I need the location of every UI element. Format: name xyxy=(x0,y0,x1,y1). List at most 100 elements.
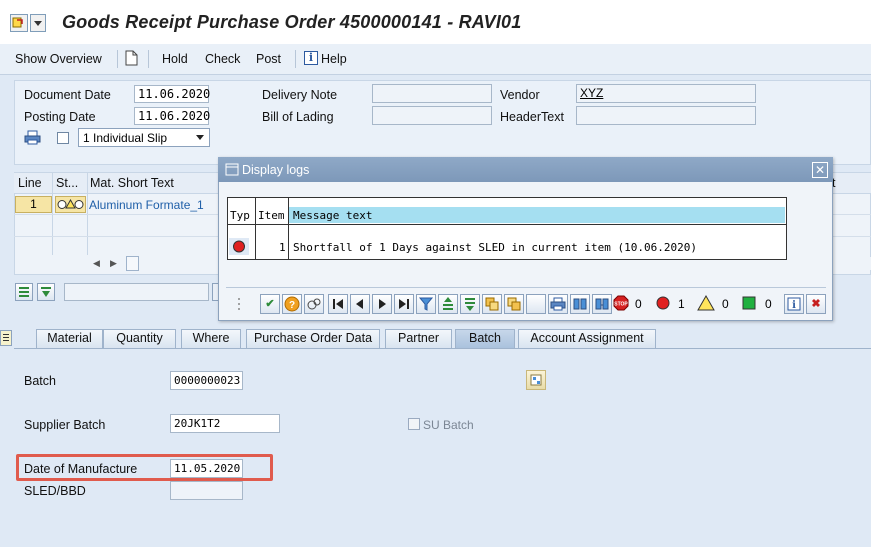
log-row-divider xyxy=(228,224,786,225)
hold-button[interactable]: Hold xyxy=(162,52,188,66)
collapse-icon[interactable] xyxy=(504,294,524,314)
show-overview-button[interactable]: Show Overview xyxy=(15,52,102,66)
column-header-status[interactable]: St... xyxy=(56,174,78,192)
row-line-number[interactable]: 1 xyxy=(15,196,52,213)
dialog-title: Display logs xyxy=(242,163,310,177)
dialog-divider xyxy=(226,287,826,288)
sled-bbd-field[interactable] xyxy=(170,481,243,500)
header-text-field[interactable] xyxy=(576,106,756,125)
batch-field[interactable]: 0000000023 xyxy=(170,371,243,390)
information-icon[interactable]: i xyxy=(784,294,804,314)
document-date-label: Document Date xyxy=(24,88,111,102)
dialog-title-bar xyxy=(218,157,833,182)
slip-dropdown-value: 1 Individual Slip xyxy=(83,131,168,145)
bill-of-lading-field[interactable] xyxy=(372,106,492,125)
posting-date-label: Posting Date xyxy=(24,110,96,124)
post-button[interactable]: Post xyxy=(256,52,281,66)
horizontal-scrollbar-thumb[interactable] xyxy=(126,256,139,271)
svg-text:?: ? xyxy=(289,300,295,311)
help-button[interactable]: Help xyxy=(321,52,347,66)
table-search-field[interactable] xyxy=(64,283,209,301)
log-column-typ[interactable]: Typ xyxy=(230,209,250,222)
last-page-icon[interactable] xyxy=(394,294,414,314)
batch-label: Batch xyxy=(24,374,56,388)
first-page-icon[interactable] xyxy=(328,294,348,314)
success-count: 0 xyxy=(765,297,772,311)
sort-descending-icon[interactable] xyxy=(460,294,480,314)
filter-icon[interactable] xyxy=(416,294,436,314)
blank-button[interactable] xyxy=(526,294,546,314)
expand-icon[interactable] xyxy=(482,294,502,314)
dialog-window-icon xyxy=(225,163,239,179)
horizontal-scrollbar-track-right[interactable] xyxy=(833,257,871,270)
tab-purchase-order-data[interactable]: Purchase Order Data xyxy=(246,329,380,348)
log-column-message[interactable]: Message text xyxy=(293,209,372,222)
tab-partner[interactable]: Partner xyxy=(385,329,452,348)
continue-check-icon[interactable]: ✔ xyxy=(260,294,280,314)
toolbar-divider xyxy=(117,50,118,68)
print-icon[interactable] xyxy=(548,294,568,314)
toolbar-divider xyxy=(295,50,296,68)
cancel-x-icon[interactable]: ✖ xyxy=(806,294,826,314)
sort-ascending-icon[interactable] xyxy=(438,294,458,314)
find-icon[interactable] xyxy=(570,294,590,314)
stop-icon[interactable]: STOP xyxy=(613,295,629,314)
document-date-field[interactable]: 11.06.2020 xyxy=(134,85,210,103)
su-batch-checkbox[interactable] xyxy=(408,418,420,430)
check-button[interactable]: Check xyxy=(205,52,240,66)
error-count: 1 xyxy=(678,297,685,311)
gripper-icon xyxy=(236,294,248,314)
delivery-note-field[interactable] xyxy=(372,84,492,103)
tab-material[interactable]: Material xyxy=(36,329,103,348)
find-next-icon[interactable] xyxy=(592,294,612,314)
success-green-icon[interactable] xyxy=(741,295,757,314)
column-header-mat-short-text[interactable]: Mat. Short Text xyxy=(90,174,174,192)
new-document-icon[interactable] xyxy=(125,50,138,69)
tab-account-assignment[interactable]: Account Assignment xyxy=(518,329,656,348)
previous-page-icon[interactable] xyxy=(350,294,370,314)
warning-count: 0 xyxy=(722,297,729,311)
print-checkbox[interactable] xyxy=(57,132,69,144)
supplier-batch-field[interactable]: 20JK1T2 xyxy=(170,414,280,433)
insert-row-icon[interactable] xyxy=(15,283,33,301)
row-material-text[interactable]: Aluminum Formate_1 xyxy=(89,198,204,212)
red-error-icon xyxy=(229,238,249,255)
tab-scroll-icon[interactable] xyxy=(0,330,12,346)
tab-batch[interactable]: Batch xyxy=(455,329,515,348)
sled-bbd-label: SLED/BBD xyxy=(24,484,86,498)
posting-date-field[interactable]: 11.06.2020 xyxy=(134,107,210,125)
info-icon[interactable]: i xyxy=(304,51,318,65)
transaction-icon[interactable] xyxy=(10,14,28,32)
log-column-item[interactable]: Item xyxy=(258,209,285,222)
bill-of-lading-label: Bill of Lading xyxy=(262,110,334,124)
chevron-down-icon xyxy=(195,131,205,146)
filter-rows-icon[interactable] xyxy=(37,283,55,301)
warning-icon[interactable] xyxy=(697,294,715,314)
scroll-right-icon[interactable]: ▶ xyxy=(110,258,117,269)
technical-info-icon[interactable] xyxy=(304,294,324,314)
tab-where[interactable]: Where xyxy=(181,329,241,348)
log-row-message[interactable]: Shortfall of 1 Days against SLED in curr… xyxy=(293,241,697,254)
close-icon[interactable]: ✕ xyxy=(812,162,828,178)
su-batch-label: SU Batch xyxy=(423,418,474,432)
page-title: Goods Receipt Purchase Order 4500000141 … xyxy=(62,12,522,32)
tab-quantity[interactable]: Quantity xyxy=(103,329,176,348)
batch-details-icon[interactable] xyxy=(526,370,546,390)
horizontal-scrollbar-track[interactable] xyxy=(139,257,219,270)
error-red-icon[interactable] xyxy=(655,295,671,314)
traffic-light-icon[interactable] xyxy=(55,196,86,213)
column-header-line[interactable]: Line xyxy=(18,174,42,192)
svg-text:STOP: STOP xyxy=(614,302,628,308)
highlight-box xyxy=(16,454,273,481)
header-text-label: HeaderText xyxy=(500,110,564,124)
help-icon[interactable]: ? xyxy=(282,294,302,314)
slip-dropdown[interactable]: 1 Individual Slip xyxy=(78,128,210,147)
scroll-left-icon[interactable]: ◀ xyxy=(93,258,100,269)
log-column-divider xyxy=(255,197,256,260)
dropdown-arrow-icon[interactable] xyxy=(30,14,46,32)
next-page-icon[interactable] xyxy=(372,294,392,314)
supplier-batch-label: Supplier Batch xyxy=(24,418,106,432)
log-row-item: 1 xyxy=(279,241,286,254)
vendor-field[interactable]: XYZ xyxy=(576,84,756,103)
printer-icon[interactable] xyxy=(24,130,41,148)
